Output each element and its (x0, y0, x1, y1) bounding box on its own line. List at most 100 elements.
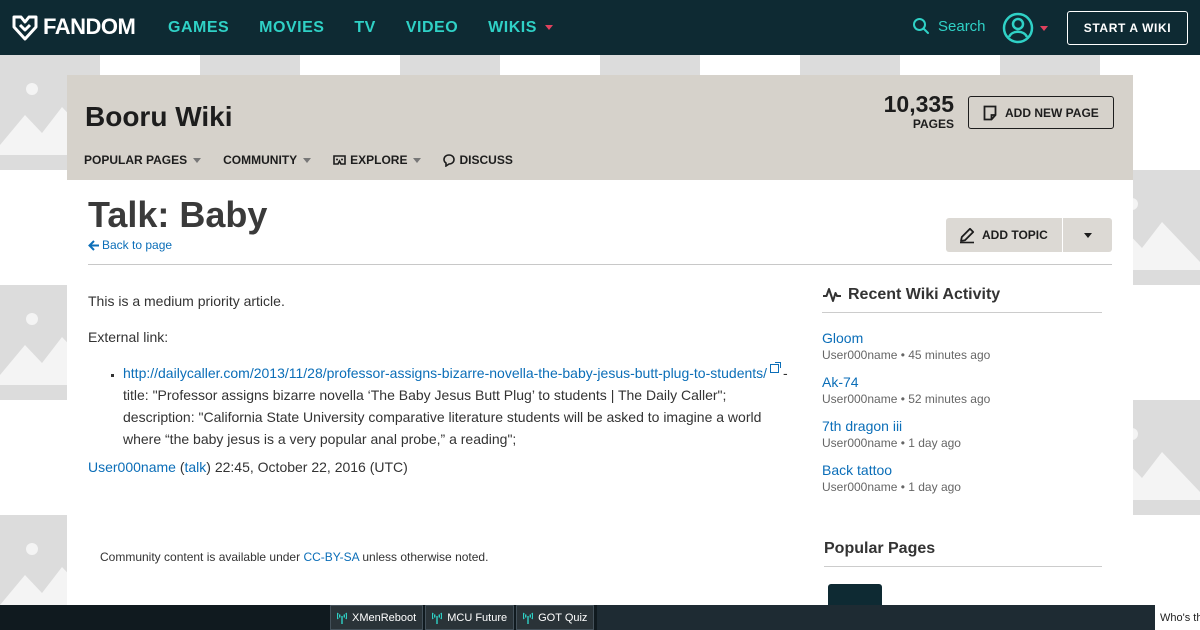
user-avatar-icon (1002, 12, 1034, 44)
discuss-icon (443, 153, 456, 167)
add-topic-button-group: ADD TOPIC (946, 218, 1112, 252)
license-link[interactable]: CC-BY-SA (303, 550, 359, 564)
bottom-bar-tabs: XMenReboot MCU Future GOT Quiz (330, 605, 596, 630)
wiki-nav-popular-pages[interactable]: POPULAR PAGES (84, 153, 202, 167)
wiki-nav-explore[interactable]: EXPLORE (333, 153, 422, 167)
activity-user[interactable]: User000name (822, 480, 897, 494)
page-content: Talk: Baby Back to page ADD TOPIC This i… (67, 180, 1133, 630)
add-topic-button[interactable]: ADD TOPIC (946, 218, 1063, 252)
antenna-icon (523, 612, 534, 624)
wiki-nav-label: DISCUSS (459, 153, 513, 167)
bottom-tab-label: XMenReboot (352, 611, 417, 624)
explore-icon (333, 155, 346, 165)
arrow-left-icon (88, 239, 99, 251)
chevron-down-icon (413, 157, 422, 163)
bottom-tab-xmenreboot[interactable]: XMenReboot (330, 605, 424, 630)
recent-activity-title: Recent Wiki Activity (848, 286, 1001, 303)
activity-meta: User000name • 52 minutes ago (822, 391, 1102, 407)
activity-page-link[interactable]: Ak-74 (822, 373, 1102, 391)
recent-activity-heading: Recent Wiki Activity (822, 286, 1102, 304)
activity-separator: • (897, 436, 909, 450)
wiki-nav-community[interactable]: COMMUNITY (223, 153, 312, 167)
activity-time: 45 minutes ago (908, 348, 991, 362)
add-new-page-label: ADD NEW PAGE (1005, 105, 1099, 120)
fandom-logo-text: FANDOM (43, 14, 136, 39)
new-page-icon (983, 105, 997, 120)
antenna-icon (432, 612, 443, 624)
signature-timestamp: ) 22:45, October 22, 2016 (UTC) (206, 459, 408, 475)
wiki-navigation: POPULAR PAGES COMMUNITY EXPLORE DISCUSS (84, 153, 535, 167)
divider (822, 312, 1102, 313)
global-navigation: FANDOM GAMES MOVIES TV VIDEO WIKIS Searc… (0, 0, 1200, 55)
activity-page-link[interactable]: 7th dragon iii (822, 417, 1102, 435)
nav-link-movies[interactable]: MOVIES (259, 19, 324, 37)
article-body: This is a medium priority article. Exter… (88, 290, 793, 478)
activity-time: 52 minutes ago (908, 392, 991, 406)
bottom-tab-mcu-future[interactable]: MCU Future (425, 605, 515, 630)
activity-user[interactable]: User000name (822, 436, 897, 450)
list-item: Gloom User000name • 45 minutes ago (822, 329, 1102, 363)
search-label: Search (938, 17, 986, 35)
priority-text: This is a medium priority article. (88, 293, 285, 309)
activity-meta: User000name • 45 minutes ago (822, 347, 1102, 363)
bottom-bar-fill (597, 605, 1200, 630)
bottom-tab-label: GOT Quiz (538, 611, 588, 624)
page-title: Talk: Baby (88, 194, 268, 235)
activity-user[interactable]: User000name (822, 392, 897, 406)
divider (88, 264, 1112, 265)
wiki-nav-discuss[interactable]: DISCUSS (443, 153, 513, 167)
nav-link-tv[interactable]: TV (354, 19, 375, 37)
external-link-heading: External link: (88, 329, 169, 345)
global-nav-links: GAMES MOVIES TV VIDEO WIKIS (168, 0, 583, 55)
nav-link-label: MOVIES (259, 18, 325, 36)
search-icon (913, 18, 929, 34)
activity-page-link[interactable]: Gloom (822, 329, 1102, 347)
talk-link[interactable]: talk (185, 459, 207, 475)
wiki-title[interactable]: Booru Wiki (85, 101, 233, 133)
activity-icon (823, 288, 841, 302)
user-menu[interactable] (1002, 12, 1048, 44)
external-link-url: http://dailycaller.com/2013/11/28/profes… (123, 365, 768, 381)
user-link[interactable]: User000name (88, 459, 176, 475)
list-item: 7th dragon iii User000name • 1 day ago (822, 417, 1102, 451)
add-topic-dropdown[interactable] (1063, 218, 1112, 252)
chevron-down-icon (193, 157, 202, 163)
add-new-page-button[interactable]: ADD NEW PAGE (968, 96, 1114, 129)
wiki-nav-label: COMMUNITY (223, 153, 298, 167)
nav-link-label: GAMES (168, 18, 230, 36)
nav-link-video[interactable]: VIDEO (406, 19, 458, 37)
activity-user[interactable]: User000name (822, 348, 897, 362)
add-topic-label: ADD TOPIC (982, 228, 1048, 242)
back-to-page-link[interactable]: Back to page (88, 238, 172, 252)
wiki-nav-label: POPULAR PAGES (84, 153, 188, 167)
nav-link-games[interactable]: GAMES (168, 19, 229, 37)
activity-separator: • (897, 480, 909, 494)
divider (824, 566, 1102, 567)
activity-list: Gloom User000name • 45 minutes ago Ak-74… (822, 329, 1102, 495)
license-footnote: Community content is available under CC-… (100, 550, 488, 564)
start-a-wiki-button[interactable]: START A WIKI (1067, 11, 1188, 45)
wiki-header: Booru Wiki 10,335 PAGES ADD NEW PAGE POP… (67, 75, 1133, 180)
list-item: Ak-74 User000name • 52 minutes ago (822, 373, 1102, 407)
activity-separator: • (897, 348, 909, 362)
activity-page-link[interactable]: Back tattoo (822, 461, 1102, 479)
fandom-logo[interactable]: FANDOM (11, 13, 136, 41)
chevron-down-icon (303, 157, 312, 163)
wiki-nav-label: EXPLORE (350, 153, 408, 167)
nav-link-wikis[interactable]: WIKIS (488, 19, 553, 37)
page-count: 10,335 PAGES (879, 91, 954, 131)
activity-time: 1 day ago (908, 436, 961, 450)
list-item: Back tattoo User000name • 1 day ago (822, 461, 1102, 495)
bottom-bar-promo[interactable]: Who's th (1155, 605, 1200, 630)
activity-meta: User000name • 1 day ago (822, 435, 1102, 451)
search-button[interactable]: Search (912, 17, 986, 35)
recent-activity-module: Recent Wiki Activity Gloom User000name •… (822, 286, 1102, 505)
nav-link-label: WIKIS (488, 18, 537, 36)
signature: User000name (talk) 22:45, October 22, 20… (88, 456, 793, 478)
list-item: http://dailycaller.com/2013/11/28/profes… (123, 362, 793, 450)
bottom-tab-got-quiz[interactable]: GOT Quiz (516, 605, 595, 630)
page-count-number: 10,335 (883, 91, 954, 117)
bottom-video-bar: XMenReboot MCU Future GOT Quiz Who's th (0, 605, 1200, 630)
popular-pages-module: Popular Pages (824, 540, 1102, 624)
external-link[interactable]: http://dailycaller.com/2013/11/28/profes… (123, 362, 782, 381)
